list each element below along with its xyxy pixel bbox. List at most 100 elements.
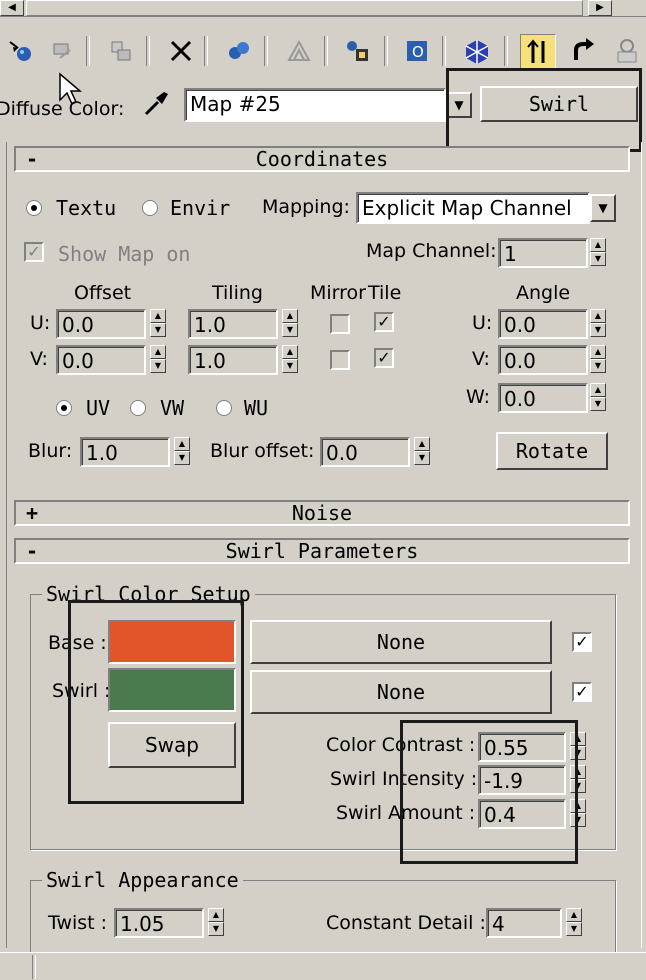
- v-angle-spinner[interactable]: ▲ ▼: [590, 345, 606, 375]
- status-divider: [32, 955, 36, 979]
- rollout-title: Noise: [291, 501, 353, 525]
- constant-detail-label: Constant Detail :: [326, 912, 486, 934]
- material-editor-toolbar: O: [0, 28, 646, 76]
- show-map-on-label: Show Map on: [58, 242, 191, 266]
- u-tile-checkbox[interactable]: ✓: [374, 312, 394, 332]
- wu-radio[interactable]: [216, 400, 232, 416]
- swirl-color-setup-title: Swirl Color Setup: [42, 582, 255, 606]
- color-contrast-spinner[interactable]: ▲ ▼: [570, 732, 586, 762]
- environ-radio[interactable]: [142, 200, 158, 216]
- base-map-button[interactable]: None: [250, 620, 552, 664]
- u-offset-spinner[interactable]: ▲ ▼: [150, 309, 166, 339]
- tiling-column-label: Tiling: [212, 282, 263, 304]
- swap-button[interactable]: Swap: [108, 722, 236, 768]
- scrollbar-thumb[interactable]: [26, 0, 583, 16]
- blur-spinner[interactable]: ▲ ▼: [174, 437, 190, 467]
- put-to-scene-icon[interactable]: [46, 34, 80, 68]
- swirl-parameters-rollout-header[interactable]: - Swirl Parameters: [14, 538, 630, 564]
- vw-radio-label: VW: [160, 396, 185, 420]
- v-offset-spinner[interactable]: ▲ ▼: [150, 345, 166, 375]
- v-tiling-input[interactable]: 1.0: [188, 345, 278, 375]
- u-tiling-input[interactable]: 1.0: [188, 309, 278, 339]
- scroll-left-arrow-icon[interactable]: ◀: [0, 0, 24, 16]
- pick-material-icon[interactable]: [610, 34, 644, 68]
- swirl-color-fill: [110, 670, 234, 710]
- map-channel-label: Map Channel:: [366, 240, 497, 262]
- base-color-fill: [110, 622, 234, 662]
- u-angle-input[interactable]: 0.0: [498, 309, 588, 339]
- swirl-color-swatch[interactable]: [108, 668, 236, 712]
- swirl-map-button[interactable]: None: [250, 670, 552, 714]
- constant-detail-input[interactable]: 4: [486, 908, 562, 938]
- diffuse-color-label: Diffuse Color:: [0, 98, 125, 120]
- map-type-button[interactable]: Swirl: [480, 86, 638, 122]
- scroll-right-arrow-icon[interactable]: ▶: [588, 0, 612, 16]
- twist-label: Twist :: [48, 912, 108, 934]
- blur-offset-spinner[interactable]: ▲ ▼: [414, 437, 430, 467]
- top-scrollbar[interactable]: ◀ ▶: [0, 0, 646, 17]
- u-angle-spinner[interactable]: ▲ ▼: [590, 309, 606, 339]
- map-name-input[interactable]: Map #25: [184, 88, 446, 122]
- w-angle-label: W:: [466, 386, 491, 408]
- v-mirror-checkbox[interactable]: [330, 350, 350, 370]
- blur-offset-input[interactable]: 0.0: [320, 437, 410, 467]
- base-map-enable-checkbox[interactable]: ✓: [572, 632, 592, 652]
- v-angle-input[interactable]: 0.0: [498, 345, 588, 375]
- w-angle-input[interactable]: 0.0: [498, 383, 588, 413]
- constant-detail-spinner[interactable]: ▲ ▼: [566, 908, 582, 938]
- mapping-select[interactable]: Explicit Map Channel: [356, 192, 590, 224]
- show-map-icon[interactable]: [340, 34, 374, 68]
- base-color-swatch[interactable]: [108, 620, 236, 664]
- uv-radio-label: UV: [86, 396, 111, 420]
- twist-input[interactable]: 1.05: [114, 908, 204, 938]
- swirl-amount-label: Swirl Amount :: [336, 802, 476, 824]
- swirl-amount-input[interactable]: 0.4: [478, 799, 566, 829]
- v-tiling-spinner[interactable]: ▲ ▼: [282, 345, 298, 375]
- texture-radio-label: Textu: [56, 196, 117, 220]
- go-forward-to-sibling-icon[interactable]: [566, 34, 600, 68]
- put-to-library-icon[interactable]: [104, 34, 138, 68]
- mapping-label: Mapping:: [262, 196, 350, 218]
- mapping-dropdown-arrow-icon[interactable]: ▼: [590, 194, 616, 222]
- noise-rollout-header[interactable]: + Noise: [14, 500, 630, 526]
- get-material-icon[interactable]: [4, 34, 38, 68]
- swirl-intensity-spinner[interactable]: ▲ ▼: [570, 765, 586, 795]
- offset-column-label: Offset: [74, 282, 132, 304]
- show-map-on-checkbox[interactable]: ✓: [24, 242, 44, 262]
- mirror-column-label: Mirror: [310, 282, 366, 304]
- blur-input[interactable]: 1.0: [80, 437, 170, 467]
- show-end-result-icon[interactable]: O: [400, 34, 434, 68]
- background-pattern-icon[interactable]: [460, 34, 494, 68]
- eyedropper-icon[interactable]: [140, 88, 172, 125]
- swirl-map-enable-checkbox[interactable]: ✓: [572, 682, 592, 702]
- delete-icon[interactable]: [164, 34, 198, 68]
- u-offset-input[interactable]: 0.0: [56, 309, 146, 339]
- twist-spinner[interactable]: ▲ ▼: [208, 908, 224, 938]
- swirl-amount-spinner[interactable]: ▲ ▼: [570, 799, 586, 829]
- u-tiling-spinner[interactable]: ▲ ▼: [282, 309, 298, 339]
- texture-radio[interactable]: [26, 200, 42, 216]
- rollout-collapse-sign: -: [26, 539, 39, 563]
- svg-text:O: O: [412, 43, 424, 61]
- w-angle-spinner[interactable]: ▲ ▼: [590, 383, 606, 413]
- swirl-intensity-label: Swirl Intensity :: [330, 768, 478, 790]
- color-contrast-label: Color Contrast :: [326, 734, 476, 756]
- material-effects-channel-icon[interactable]: [282, 34, 316, 68]
- rotate-button[interactable]: Rotate: [496, 432, 608, 470]
- map-channel-spinner[interactable]: ▲ ▼: [590, 238, 606, 268]
- v-offset-input[interactable]: 0.0: [56, 345, 146, 375]
- coordinates-rollout-header[interactable]: - Coordinates: [14, 146, 630, 172]
- tile-column-label: Tile: [368, 282, 402, 304]
- swirl-appearance-title: Swirl Appearance: [42, 868, 243, 892]
- u-mirror-checkbox[interactable]: [330, 314, 350, 334]
- blur-offset-label: Blur offset:: [210, 440, 315, 462]
- swirl-intensity-input[interactable]: -1.9: [478, 765, 566, 795]
- go-to-parent-icon[interactable]: [520, 34, 556, 70]
- color-contrast-input[interactable]: 0.55: [478, 732, 566, 762]
- vw-radio[interactable]: [130, 400, 146, 416]
- map-channel-input[interactable]: 1: [498, 238, 588, 268]
- uv-radio[interactable]: [56, 400, 72, 416]
- v-tile-checkbox[interactable]: ✓: [374, 348, 394, 368]
- make-unique-icon[interactable]: [222, 34, 256, 68]
- map-name-dropdown-arrow-icon[interactable]: ▼: [446, 92, 472, 118]
